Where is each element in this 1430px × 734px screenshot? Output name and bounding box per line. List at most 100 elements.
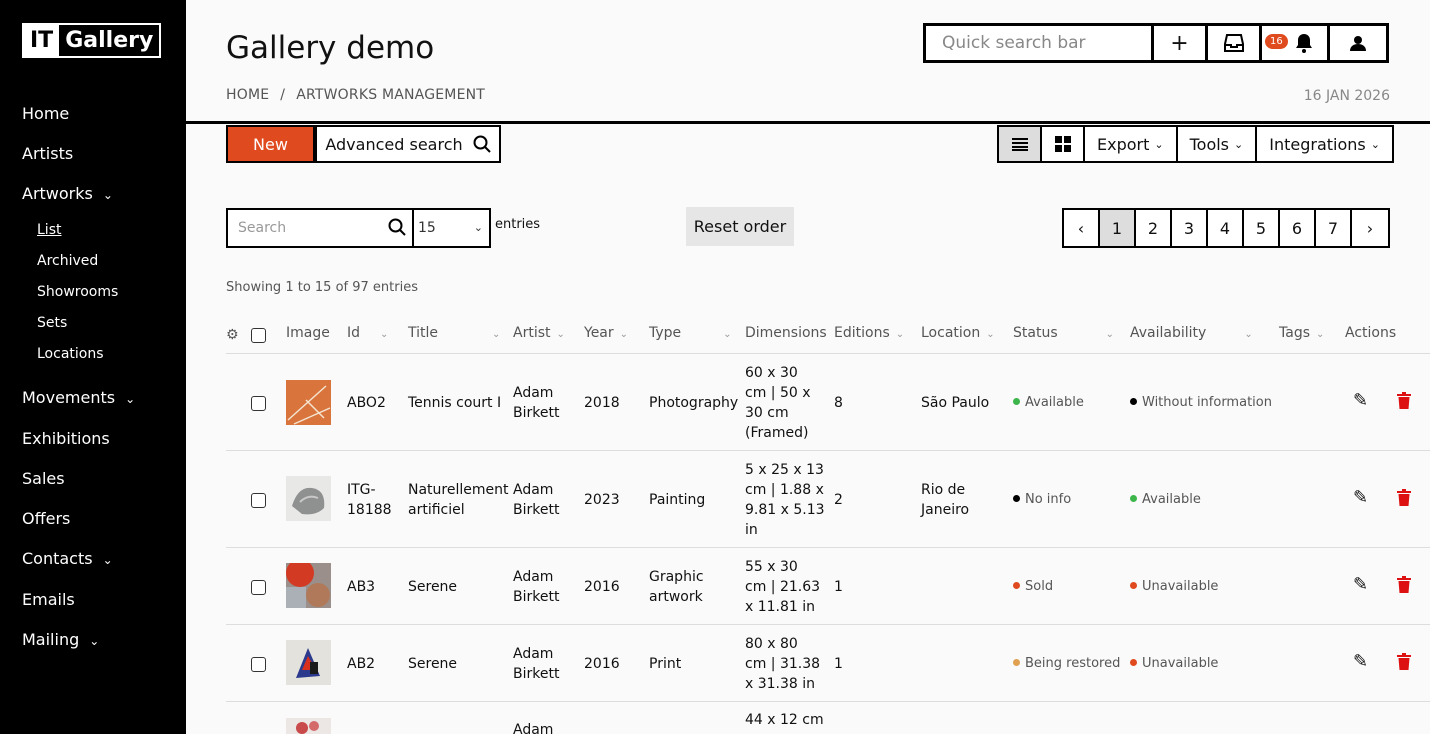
cell-availability: Unavailable <box>1130 577 1218 597</box>
sidebar-item-movements[interactable]: Movements ⌄ <box>22 388 135 407</box>
next-page-button[interactable]: › <box>1352 210 1388 246</box>
dimensions-line: 60 x 30 <box>745 365 798 381</box>
logo[interactable]: IT Gallery <box>22 23 162 58</box>
row-checkbox[interactable] <box>251 396 266 411</box>
col-header-type[interactable]: Type ⌄ <box>649 325 732 341</box>
add-button[interactable]: + <box>1154 26 1208 60</box>
advanced-search-button[interactable]: Advanced search <box>315 125 501 163</box>
row-checkbox[interactable] <box>251 657 266 672</box>
title-line: artificiel <box>408 502 465 518</box>
sidebar-item-exhibitions[interactable]: Exhibitions <box>22 429 110 448</box>
sidebar-item-label: Mailing <box>22 630 80 649</box>
notifications-button[interactable]: 16 <box>1262 26 1330 60</box>
tools-dropdown[interactable]: Tools ⌄ <box>1178 127 1258 161</box>
col-header-dimensions[interactable]: Dimensions <box>745 325 827 341</box>
cell-year: 2023 <box>584 492 620 508</box>
breadcrumb-home[interactable]: HOME <box>226 87 269 103</box>
page-button[interactable]: 5 <box>1244 210 1280 246</box>
sidebar-item-artists[interactable]: Artists <box>22 144 73 163</box>
artwork-thumbnail[interactable] <box>286 380 331 425</box>
sidebar-item-sales[interactable]: Sales <box>22 469 65 488</box>
table-row[interactable]: Adam 44 x 12 cm <box>226 702 1430 734</box>
col-header-artist[interactable]: Artist ⌄ <box>513 325 565 341</box>
location-line: Rio de <box>921 482 966 498</box>
page-button[interactable]: 1 <box>1100 210 1136 246</box>
col-header-id[interactable]: Id ⌄ <box>347 325 388 341</box>
edit-pencil-icon[interactable]: ✎ <box>1353 574 1368 595</box>
col-header-year[interactable]: Year ⌄ <box>584 325 628 341</box>
cell-year: 2018 <box>584 395 620 411</box>
availability-label: Available <box>1142 492 1201 507</box>
trash-icon[interactable] <box>1397 392 1411 409</box>
page-button[interactable]: 4 <box>1208 210 1244 246</box>
artwork-thumbnail[interactable] <box>286 718 331 734</box>
sidebar-item-label: Movements <box>22 388 116 407</box>
sidebar-item-home[interactable]: Home <box>22 104 69 123</box>
trash-icon[interactable] <box>1397 576 1411 593</box>
sidebar-item-emails[interactable]: Emails <box>22 590 75 609</box>
col-header-tags[interactable]: Tags ⌄ <box>1279 325 1324 341</box>
row-checkbox[interactable] <box>251 580 266 595</box>
row-checkbox[interactable] <box>251 493 266 508</box>
export-dropdown[interactable]: Export ⌄ <box>1085 127 1178 161</box>
trash-icon[interactable] <box>1397 489 1411 506</box>
edit-pencil-icon[interactable]: ✎ <box>1353 651 1368 672</box>
table-row[interactable]: ITG- 18188 Naturellement artificiel Adam Bi… <box>226 451 1430 547</box>
col-header-location[interactable]: Location ⌄ <box>921 325 995 341</box>
edit-pencil-icon[interactable]: ✎ <box>1353 487 1368 508</box>
sidebar-subitem-showrooms[interactable]: Showrooms <box>37 284 118 300</box>
chevron-down-icon: ⌄ <box>125 392 136 406</box>
entries-select[interactable]: 15 ⌄ <box>414 210 489 246</box>
col-header-title[interactable]: Title ⌄ <box>408 325 500 341</box>
col-header-actions: Actions <box>1345 325 1397 341</box>
sidebar: IT Gallery Home Artists Artworks ⌄ List A… <box>0 0 186 734</box>
inbox-button[interactable] <box>1208 26 1262 60</box>
artwork-thumbnail[interactable] <box>286 640 331 685</box>
sidebar-item-artworks[interactable]: Artworks ⌄ <box>22 184 113 203</box>
cell-artist: Adam Birkett <box>513 480 559 520</box>
new-button[interactable]: New <box>226 125 315 163</box>
availability-label: Without information <box>1142 395 1272 410</box>
artist-line: Birkett <box>513 589 560 605</box>
col-header-status[interactable]: Status ⌄ <box>1013 325 1114 341</box>
table-row[interactable]: AB3 Serene Adam Birkett 2016 Graphic artwo… <box>226 548 1430 624</box>
col-header-editions[interactable]: Editions ⌄ <box>834 325 904 341</box>
sidebar-subitem-archived[interactable]: Archived <box>37 253 98 269</box>
page-button[interactable]: 2 <box>1136 210 1172 246</box>
table-row[interactable]: ABO2 Tennis court I Adam Birkett 2018 Pho… <box>226 354 1430 450</box>
reset-order-button[interactable]: Reset order <box>686 207 794 246</box>
artwork-thumbnail[interactable] <box>286 563 331 608</box>
sidebar-item-mailing[interactable]: Mailing ⌄ <box>22 630 99 649</box>
page-button[interactable]: 7 <box>1316 210 1352 246</box>
sidebar-subitem-sets[interactable]: Sets <box>37 315 67 331</box>
integrations-dropdown[interactable]: Integrations ⌄ <box>1257 127 1392 161</box>
dimensions-line: 9.81 x 5.13 <box>745 502 825 518</box>
artwork-thumbnail[interactable] <box>286 476 331 521</box>
trash-icon[interactable] <box>1397 653 1411 670</box>
user-profile-button[interactable] <box>1330 26 1386 60</box>
sort-chevron-icon: ⌄ <box>1105 329 1115 340</box>
sidebar-item-contacts[interactable]: Contacts ⌄ <box>22 549 113 568</box>
page-button[interactable]: 3 <box>1172 210 1208 246</box>
list-view-button[interactable] <box>999 127 1042 161</box>
select-all-checkbox[interactable] <box>251 328 266 343</box>
col-header-availability[interactable]: Availability ⌄ <box>1130 325 1253 341</box>
sort-chevron-icon: ⌄ <box>895 329 905 340</box>
settings-gear-icon[interactable]: ⚙ <box>226 327 239 343</box>
sidebar-subitem-list[interactable]: List <box>37 222 61 238</box>
search-input[interactable]: Search <box>228 210 414 246</box>
prev-page-button[interactable]: ‹ <box>1064 210 1100 246</box>
page-button[interactable]: 6 <box>1280 210 1316 246</box>
col-header-label: Status <box>1013 325 1058 341</box>
edit-pencil-icon[interactable]: ✎ <box>1353 390 1368 411</box>
sort-chevron-icon: ⌄ <box>492 329 501 340</box>
quick-search-input[interactable]: Quick search bar <box>926 26 1154 60</box>
sidebar-item-offers[interactable]: Offers <box>22 509 70 528</box>
cell-type: Photography <box>649 395 739 411</box>
cell-year: 2016 <box>584 656 620 672</box>
cell-dimensions: 44 x 12 cm <box>745 712 824 728</box>
sidebar-subitem-locations[interactable]: Locations <box>37 346 104 362</box>
grid-view-button[interactable] <box>1042 127 1085 161</box>
table-row[interactable]: AB2 Serene Adam Birkett 2016 Print 80 x 8… <box>226 625 1430 701</box>
cell-id: AB2 <box>347 656 376 672</box>
